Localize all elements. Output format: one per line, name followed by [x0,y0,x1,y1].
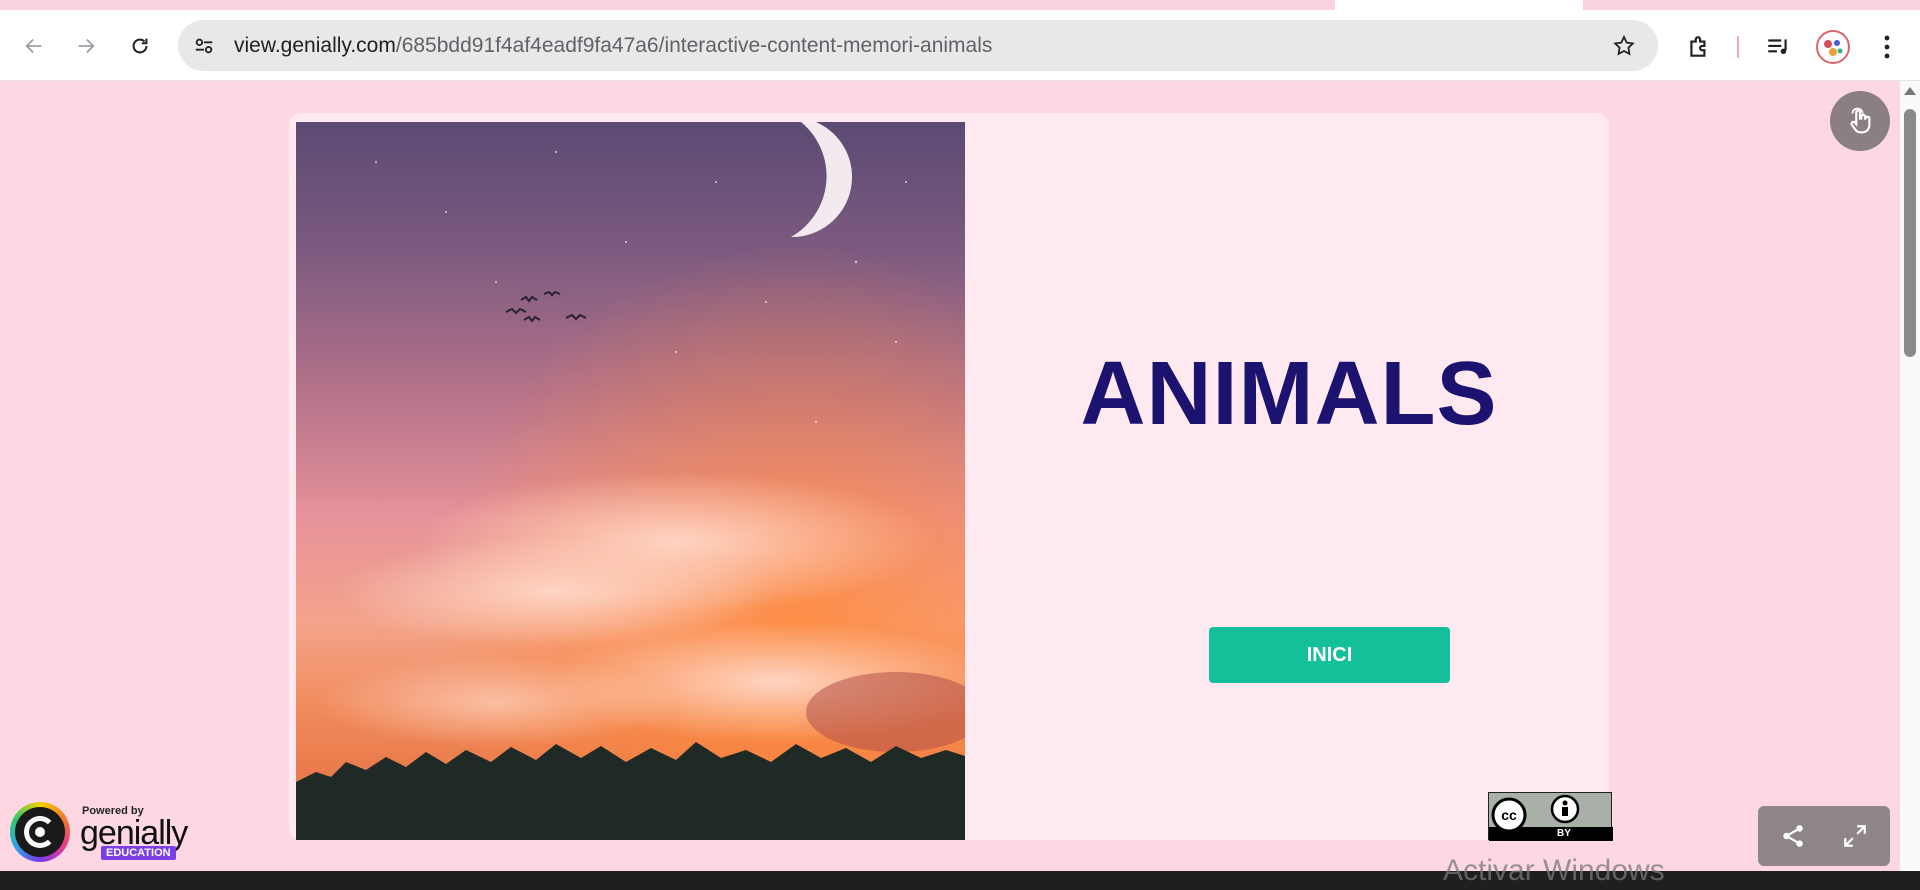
kebab-menu-icon[interactable] [1872,32,1902,62]
puzzle-icon[interactable] [1684,32,1714,62]
scrollbar-thumb[interactable] [1904,109,1916,357]
hand-pointer-icon[interactable] [1830,91,1890,151]
slide-title: ANIMALS [1080,344,1498,444]
back-arrow-icon[interactable] [20,32,48,60]
fullscreen-icon[interactable] [1840,821,1870,851]
url-host: view.genially.com [234,34,396,57]
slide-card: ANIMALS INICI [289,113,1609,840]
url-text: view.genially.com/685bdd91f4af4eadf9fa47… [234,20,992,71]
forward-arrow-icon[interactable] [72,32,100,60]
reload-icon[interactable] [126,32,154,60]
creative-commons-badge[interactable]: cc BY [1488,792,1613,841]
scrollbar[interactable] [1900,81,1920,871]
powered-by-genially[interactable]: Powered by genially EDUCATION [10,800,200,864]
page-viewport: ANIMALS INICI [0,81,1900,871]
address-bar[interactable]: view.genially.com/685bdd91f4af4eadf9fa47… [178,20,1658,71]
avatar[interactable] [1816,30,1850,64]
url-path: /685bdd91f4af4eadf9fa47a6/interactive-co… [395,34,993,57]
scroll-up-icon[interactable] [1904,87,1916,95]
svg-text:cc: cc [1501,807,1517,823]
media-control-icon[interactable] [1763,32,1793,62]
site-settings-icon[interactable] [190,32,218,60]
browser-toolbar: view.genially.com/685bdd91f4af4eadf9fa47… [0,10,1920,81]
license-label: BY [1557,828,1571,839]
windows-activation-watermark: Activar Windows [1443,854,1665,887]
toolbar-divider [1737,36,1739,58]
start-button[interactable]: INICI [1209,627,1450,683]
education-badge: EDUCATION [101,846,176,860]
sunset-sky-image [296,122,965,840]
star-icon[interactable] [1610,32,1638,60]
action-panel [1758,806,1890,866]
share-icon[interactable] [1778,821,1808,851]
genially-logo-icon [10,802,70,862]
